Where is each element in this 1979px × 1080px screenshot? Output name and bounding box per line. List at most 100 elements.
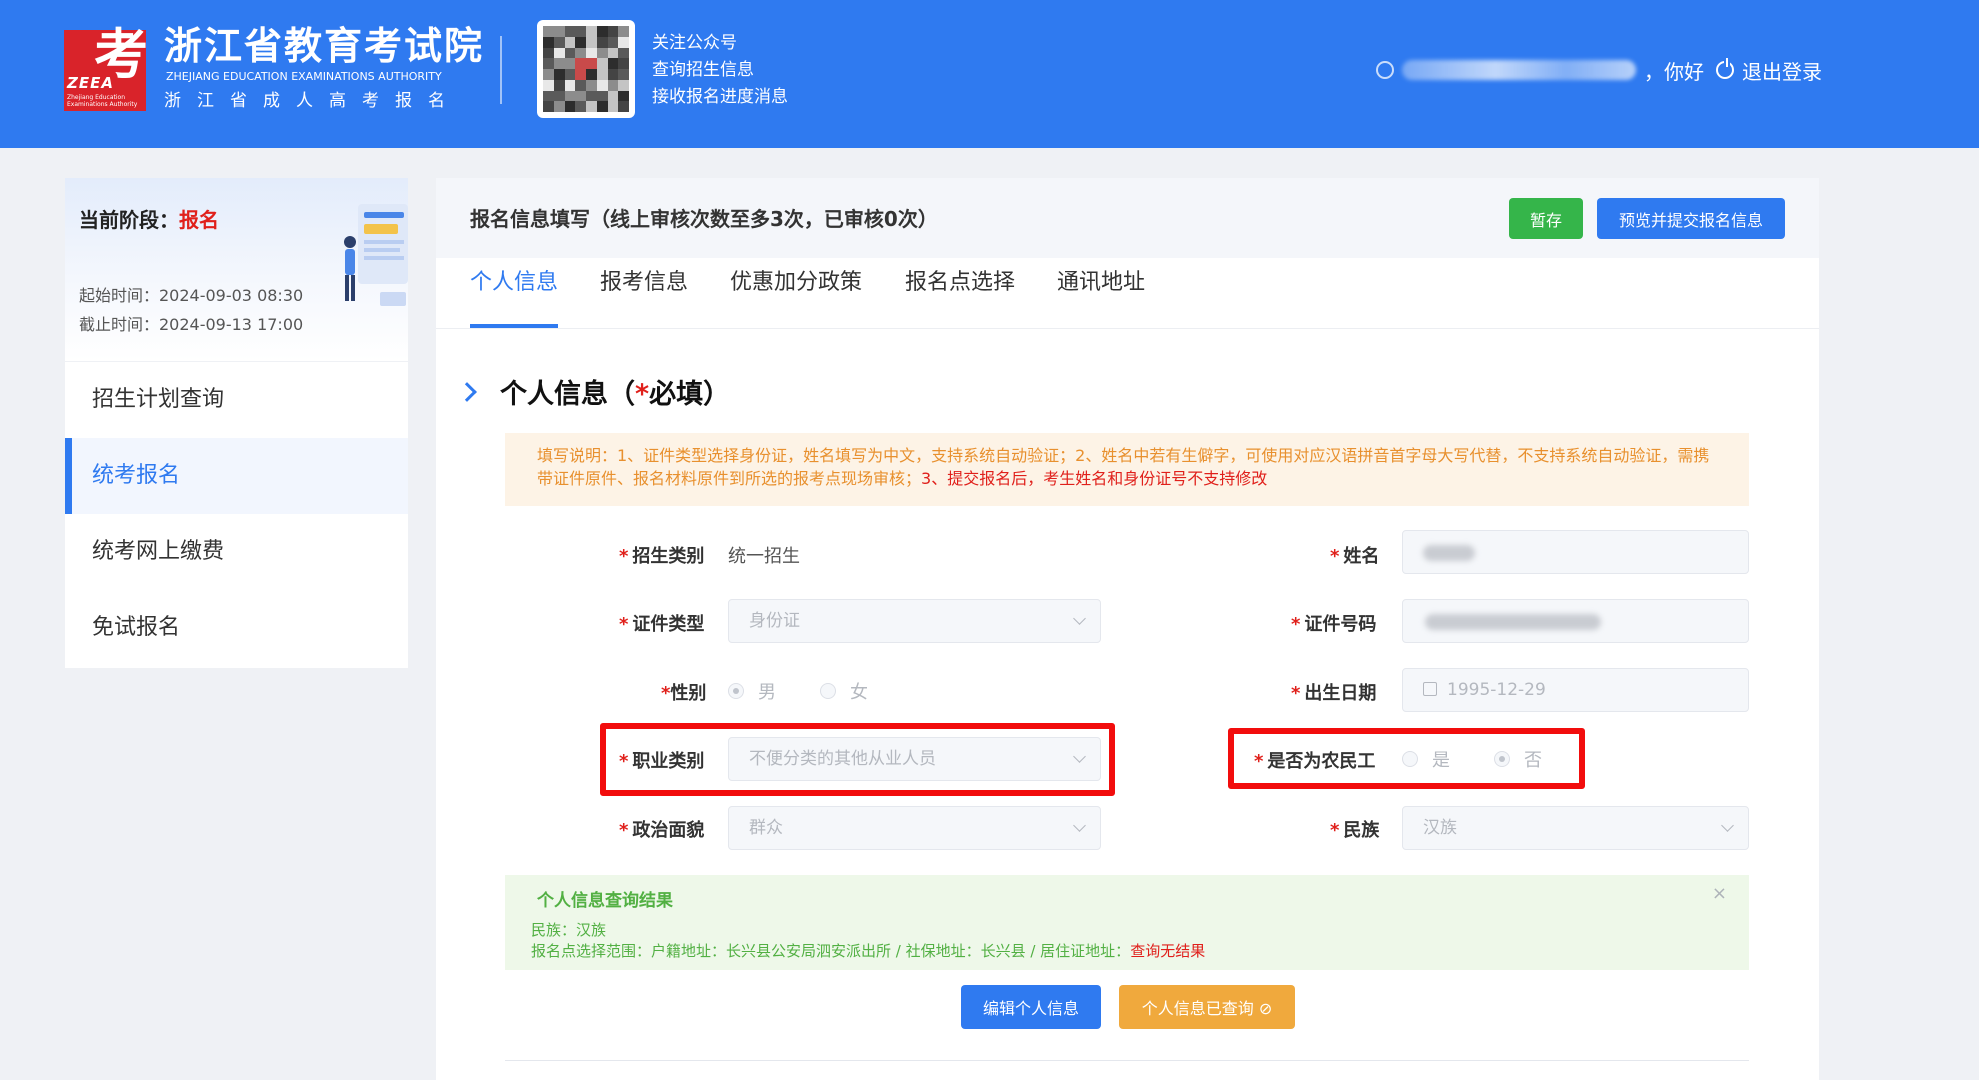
political-select[interactable]: 群众 <box>728 806 1101 850</box>
migrant-yes-radio[interactable] <box>1402 751 1418 767</box>
preview-submit-button[interactable]: 预览并提交报名信息 <box>1597 198 1785 239</box>
header-divider <box>500 36 502 104</box>
label-migrant-worker: * 是否为农民工 <box>1254 751 1376 772</box>
qr-cell <box>564 36 576 48</box>
stage-value: 报名 <box>179 208 219 232</box>
section-header: 个人信息（*必填） <box>457 372 730 411</box>
label-id-type: * 证件类型 <box>619 614 705 635</box>
main-toolbar: 报名信息填写（线上审核次数至多3次，已审核0次） 暂存 预览并提交报名信息 <box>436 178 1819 258</box>
chevron-down-icon <box>1073 612 1086 625</box>
qr-cell <box>618 58 629 69</box>
chevron-down-icon <box>1073 819 1086 832</box>
qr-cell <box>543 26 554 37</box>
stage-card: 当前阶段：报名 起始时间：2024-09-03 08:30 截止时间：2024-… <box>65 178 408 361</box>
edit-personal-info-button[interactable]: 编辑个人信息 <box>961 985 1101 1029</box>
follow-line-1: 关注公众号 <box>652 33 737 53</box>
qr-cell <box>564 101 576 112</box>
tab-address[interactable]: 通讯地址 <box>1057 258 1145 328</box>
org-name-en: ZHEJIANG EDUCATION EXAMINATIONS AUTHORIT… <box>166 70 442 83</box>
qr-cell <box>586 26 597 37</box>
logo-abbr: ZEEA <box>67 74 114 92</box>
qr-cell <box>575 36 586 48</box>
id-number-field[interactable] <box>1402 599 1749 643</box>
nav-item-online-payment[interactable]: 统考网上缴费 <box>65 514 408 590</box>
qr-cell <box>607 26 619 37</box>
masked-name <box>1423 545 1475 561</box>
logo-small-text: Zhejiang Education Examinations Authorit… <box>67 94 138 108</box>
qr-cell <box>553 47 565 59</box>
tab-site-selection[interactable]: 报名点选择 <box>905 258 1015 328</box>
qr-cell <box>575 101 586 112</box>
nav-item-plan-query[interactable]: 招生计划查询 <box>65 362 408 438</box>
qr-cell <box>575 58 586 69</box>
logout-link[interactable]: 退出登录 <box>1742 56 1822 85</box>
qr-cell <box>596 101 608 112</box>
chevron-down-icon <box>1721 819 1734 832</box>
chevron-down-icon <box>1073 750 1086 763</box>
bottom-divider <box>505 1060 1749 1061</box>
qr-cell <box>596 79 608 91</box>
qr-cell <box>564 26 576 37</box>
label-id-number: * 证件号码 <box>1291 614 1377 635</box>
id-type-select[interactable]: 身份证 <box>728 599 1101 643</box>
qr-cell <box>596 90 608 102</box>
close-icon[interactable]: × <box>1712 883 1727 904</box>
calendar-icon <box>1423 682 1437 696</box>
ethnicity-select[interactable]: 汉族 <box>1402 806 1749 850</box>
tab-bonus-policy[interactable]: 优惠加分政策 <box>730 258 862 328</box>
qr-cell <box>586 90 597 102</box>
qr-cell <box>618 36 629 48</box>
qr-cell <box>586 69 597 80</box>
qr-cell <box>543 101 554 112</box>
occupation-select[interactable]: 不便分类的其他从业人员 <box>728 737 1101 781</box>
label-occupation: * 职业类别 <box>619 751 705 772</box>
qr-cell <box>553 79 565 91</box>
birth-date-field[interactable]: 1995-12-29 <box>1402 668 1749 712</box>
nav-item-unified-exam[interactable]: 统考报名 <box>65 438 408 514</box>
qr-cell <box>596 58 608 69</box>
tab-exam-info[interactable]: 报考信息 <box>600 258 688 328</box>
qr-cell <box>575 90 586 102</box>
result-ethnicity: 民族：汉族 <box>531 921 607 939</box>
fill-instructions: 填写说明：1、证件类型选择身份证，姓名填写为中文，支持系统自动验证；2、姓名中若… <box>505 433 1749 506</box>
qr-cell <box>618 69 629 80</box>
greeting-text: ，你好 <box>1644 59 1704 84</box>
nav-item-exempt-exam[interactable]: 免试报名 <box>65 590 408 666</box>
follow-line-3: 接收报名进度消息 <box>652 87 788 107</box>
info-queried-button[interactable]: 个人信息已查询 ⊘ <box>1119 985 1295 1029</box>
gender-female-radio[interactable] <box>820 683 836 699</box>
qr-cell <box>543 90 554 102</box>
qr-cell <box>618 90 629 102</box>
qr-cell <box>607 58 619 69</box>
qr-cell <box>586 101 597 112</box>
qr-cell <box>564 69 576 80</box>
page-title: 报名信息填写（线上审核次数至多3次，已审核0次） <box>470 207 938 231</box>
qr-cell <box>543 47 554 59</box>
qr-cell <box>607 101 619 112</box>
tab-personal-info[interactable]: 个人信息 <box>470 258 559 328</box>
qr-cell <box>596 47 608 59</box>
user-icon <box>1376 61 1394 79</box>
qr-cell <box>553 36 565 48</box>
qr-cell <box>607 47 619 59</box>
qr-cell <box>553 58 565 69</box>
save-draft-button[interactable]: 暂存 <box>1509 198 1583 239</box>
top-header: 考 ZEEA Zhejiang Education Examinations A… <box>0 0 1979 148</box>
label-name: * 姓名 <box>1330 546 1380 567</box>
migrant-radio-group: 是 否 <box>1402 746 1586 772</box>
power-icon[interactable] <box>1716 58 1734 79</box>
gender-male-radio[interactable] <box>728 683 744 699</box>
qr-cell <box>575 69 586 80</box>
migrant-no-radio[interactable] <box>1494 751 1510 767</box>
qr-cell <box>586 47 597 59</box>
name-field[interactable] <box>1402 530 1749 574</box>
qr-cell <box>564 79 576 91</box>
query-result-box: 个人信息查询结果 × 民族：汉族 报名点选择范围：户籍地址：长兴县公安局泗安派出… <box>505 875 1749 970</box>
qr-cell <box>607 90 619 102</box>
label-gender: *性别 <box>661 683 707 704</box>
result-site-range: 报名点选择范围：户籍地址：长兴县公安局泗安派出所 / 社保地址：长兴县 / 居住… <box>531 942 1206 960</box>
stage-label: 当前阶段： <box>79 208 179 232</box>
qr-cell <box>618 79 629 91</box>
qr-cell <box>543 36 554 48</box>
qr-cell <box>618 26 629 37</box>
